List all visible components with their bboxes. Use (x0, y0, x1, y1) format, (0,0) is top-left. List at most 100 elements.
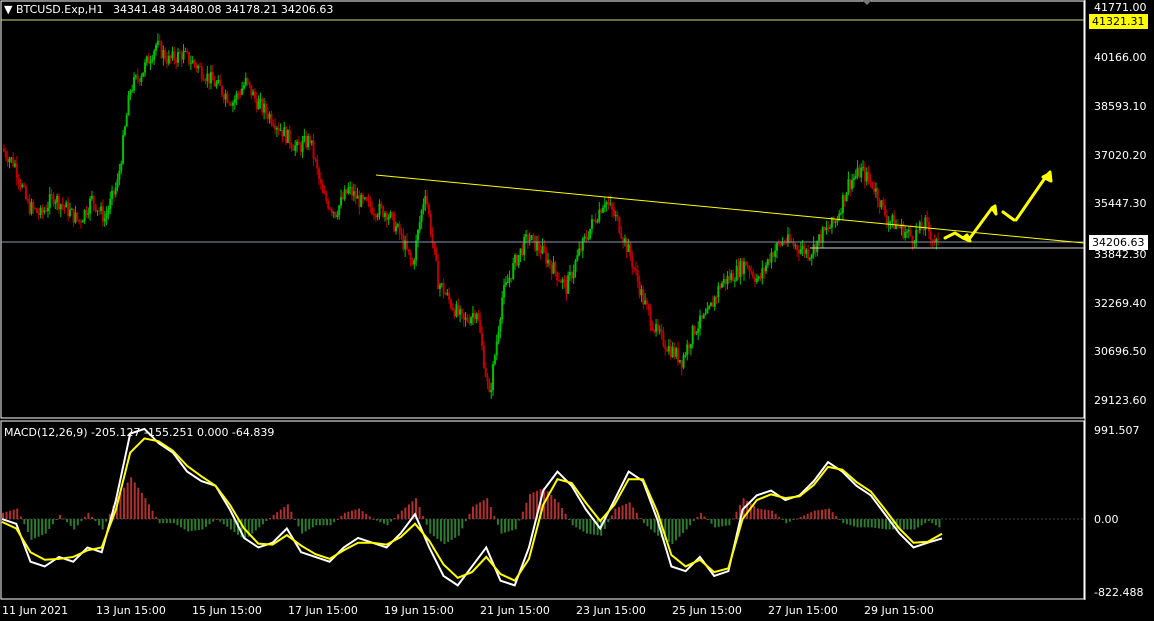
macd-histogram-bar (810, 512, 813, 520)
macd-histogram-bar (12, 509, 15, 520)
candle-body (255, 98, 258, 110)
macd-histogram-bar (9, 510, 12, 520)
macd-histogram-bar (835, 515, 838, 520)
chart-shift-marker[interactable] (862, 0, 872, 5)
candle-body (521, 248, 524, 256)
candle-body (755, 278, 758, 282)
macd-histogram-bar (464, 519, 467, 522)
candle-body (845, 192, 848, 202)
macd-histogram-bar (169, 519, 172, 524)
macd-histogram-bar (165, 519, 168, 524)
descending-trendline[interactable] (375, 174, 1085, 244)
macd-histogram-bar (361, 511, 364, 520)
macd-histogram-bar (212, 519, 215, 522)
price-tick: 38593.10 (1094, 100, 1147, 113)
macd-histogram-bar (69, 519, 72, 526)
macd-histogram-bar (447, 519, 450, 542)
trading-chart[interactable] (0, 0, 1154, 621)
macd-histogram-bar (799, 516, 802, 520)
candle-body (728, 276, 731, 280)
candle-body (746, 265, 749, 268)
candle-body (35, 208, 38, 214)
candle-body (611, 203, 614, 210)
candle-body (321, 184, 324, 194)
candle-body (891, 215, 894, 222)
candle-body (85, 209, 88, 215)
candle-body (226, 93, 229, 103)
candle-body (50, 194, 53, 196)
candle-body (76, 212, 79, 220)
macd-histogram-bar (931, 519, 934, 524)
macd-histogram-bar (80, 519, 83, 522)
candle-body (473, 313, 476, 320)
candle-body (660, 329, 663, 332)
candle-body (898, 226, 901, 229)
macd-histogram-bar (917, 519, 920, 528)
macd-histogram-bar (564, 513, 567, 520)
candle-body (78, 219, 81, 222)
candle-body (17, 177, 20, 183)
macd-histogram-bar (375, 519, 378, 521)
candle-body (211, 71, 214, 81)
macd-histogram-bar (180, 519, 183, 528)
candle-body (493, 355, 496, 365)
candle-body (702, 314, 705, 319)
candle-body (371, 207, 374, 215)
candle-body (72, 208, 75, 223)
candle-body (715, 296, 718, 298)
candle-body (356, 195, 359, 199)
candle-body (819, 234, 822, 243)
macd-histogram-bar (788, 519, 791, 522)
candle-body (618, 217, 621, 233)
macd-histogram-bar (500, 519, 503, 534)
candle-body (296, 141, 299, 146)
macd-histogram-bar (37, 519, 40, 537)
candle-body (418, 222, 421, 231)
dropdown-icon[interactable]: ▼ (4, 3, 12, 16)
macd-histogram-bar (450, 519, 453, 540)
candle-body (285, 127, 288, 143)
candle-body (849, 179, 852, 189)
candle-body (534, 235, 537, 251)
macd-histogram-bar (276, 512, 279, 520)
macd-histogram-bar (261, 519, 264, 525)
candle-body (261, 99, 264, 113)
candle-body (248, 82, 251, 85)
candle-body (12, 157, 15, 167)
candle-body (43, 210, 46, 213)
candle-body (508, 277, 511, 283)
macd-histogram-bar (265, 519, 268, 522)
candle-body (840, 212, 843, 214)
candle-body (70, 208, 73, 210)
macd-histogram-bar (468, 513, 471, 520)
candle-body (10, 157, 13, 160)
candle-body (567, 275, 570, 294)
candle-body (32, 202, 35, 208)
macd-histogram-bar (813, 510, 816, 520)
macd-histogram-bar (867, 519, 870, 528)
candle-body (297, 141, 300, 145)
macd-histogram-bar (796, 518, 799, 520)
macd-histogram-bar (646, 519, 649, 527)
candle-body (105, 213, 108, 219)
candle-body (677, 348, 680, 363)
candle-body (283, 127, 286, 137)
macd-histogram-bar (340, 515, 343, 520)
candle-body (19, 182, 22, 188)
candle-body (699, 315, 702, 329)
candle-body (275, 127, 278, 130)
candle-body (314, 158, 317, 160)
macd-histogram-bar (297, 519, 300, 527)
macd-histogram-bar (454, 519, 457, 538)
candle-body (475, 313, 478, 320)
macd-histogram-bar (283, 507, 286, 520)
candle-body (669, 345, 672, 357)
macd-histogram-bar (653, 519, 656, 533)
candle-body (515, 255, 518, 266)
candle-body (228, 102, 231, 104)
symbol-header: ▼ BTCUSD.Exp,H1 34341.48 34480.08 34178.… (4, 3, 333, 16)
macd-histogram-bar (696, 516, 699, 520)
candle-body (460, 309, 463, 314)
macd-histogram-bar (147, 504, 150, 520)
candle-body (730, 273, 733, 280)
